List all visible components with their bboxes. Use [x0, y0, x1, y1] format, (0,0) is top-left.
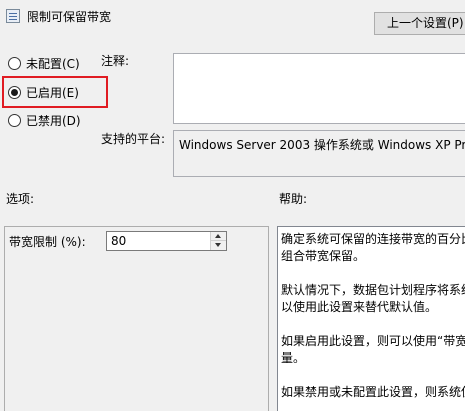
- bandwidth-limit-spinner[interactable]: 80: [106, 231, 227, 251]
- help-paragraph: 确定系统可保留的连接带宽的百分比 组合带宽保留。: [281, 231, 465, 265]
- radio-disabled[interactable]: 已禁用(D): [8, 111, 81, 129]
- spinner-buttons: [210, 232, 226, 250]
- help-line: 如果启用此设置，则可以使用“带宽: [281, 334, 465, 348]
- radio-disabled-circle[interactable]: [8, 113, 21, 127]
- help-text-panel: 确定系统可保留的连接带宽的百分比 组合带宽保留。 默认情况下，数据包计划程序将系…: [277, 226, 465, 411]
- bandwidth-limit-value[interactable]: 80: [111, 234, 126, 248]
- policy-setting-icon: [6, 9, 20, 23]
- radio-disabled-label: 已禁用(D): [26, 113, 81, 128]
- options-panel: [4, 226, 269, 411]
- platform-field: Windows Server 2003 操作系统或 Windows XP Pro: [173, 130, 465, 177]
- help-paragraph: 如果启用此设置，则可以使用“带宽 量。: [281, 333, 465, 367]
- previous-setting-button[interactable]: 上一个设置(P): [374, 12, 465, 35]
- help-line: 确定系统可保留的连接带宽的百分比: [281, 232, 465, 246]
- spin-down-icon[interactable]: [211, 241, 226, 250]
- spin-up-icon[interactable]: [211, 232, 226, 241]
- help-line: 量。: [281, 351, 306, 365]
- comment-label: 注释:: [101, 54, 130, 68]
- help-line: 以使用此设置来替代默认值。: [281, 300, 438, 314]
- help-line: 组合带宽保留。: [281, 249, 366, 263]
- help-label: 帮助:: [279, 192, 308, 206]
- comment-textarea[interactable]: [173, 53, 465, 124]
- help-line: 默认情况下，数据包计划程序将系统: [281, 283, 465, 297]
- help-paragraph: 如果禁用或未配置此设置，则系统使: [281, 384, 465, 401]
- help-line: 如果禁用或未配置此设置，则系统使: [281, 385, 465, 399]
- dialog-title: 限制可保留带宽: [27, 10, 112, 24]
- enabled-highlight-box: [2, 76, 108, 108]
- radio-not-configured-label: 未配置(C): [26, 56, 80, 71]
- radio-not-configured[interactable]: 未配置(C): [8, 54, 80, 72]
- platform-label: 支持的平台:: [101, 132, 166, 146]
- bandwidth-limit-label: 带宽限制 (%):: [9, 235, 86, 249]
- help-paragraph: 默认情况下，数据包计划程序将系统 以使用此设置来替代默认值。: [281, 282, 465, 316]
- radio-not-configured-circle[interactable]: [8, 56, 21, 70]
- options-label: 选项:: [6, 192, 35, 206]
